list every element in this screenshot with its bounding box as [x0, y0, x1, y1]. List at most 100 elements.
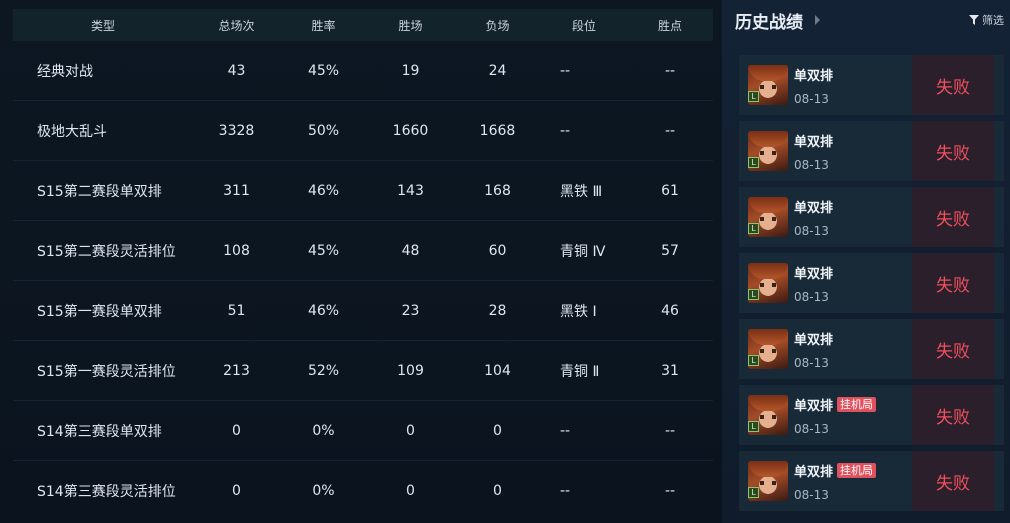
match-date: 08-13	[794, 223, 829, 238]
cell-losses: 24	[488, 62, 507, 79]
match-mode: 单双排	[794, 398, 834, 414]
table-row: S15第一赛段灵活排位 213 52% 109 104 青铜 Ⅱ 31	[13, 341, 713, 401]
cell-rate: 0%	[312, 483, 335, 499]
cell-wins: 48	[401, 242, 420, 259]
tier-value: --	[560, 62, 571, 79]
mode-line: 单双排	[794, 197, 833, 216]
cell-points: 57	[661, 242, 679, 259]
stats-table-header: 类型 总场次 胜率 胜场 负场 段位 胜点	[13, 9, 713, 41]
match-result: 失败	[912, 451, 994, 511]
tier-value: 青铜 Ⅳ	[560, 243, 606, 260]
match-mode: 单双排	[794, 332, 834, 348]
match-card[interactable]: L 单双排 08-13 失败	[739, 55, 1004, 115]
level-badge: L	[748, 91, 759, 102]
match-result: 失败	[912, 253, 994, 313]
level-badge: L	[748, 487, 759, 498]
match-card[interactable]: L 单双排 08-13 失败	[739, 187, 1004, 247]
cell-total: 51	[227, 302, 246, 319]
cell-rate: 0%	[312, 422, 335, 439]
cell-tier: --	[541, 483, 627, 499]
header-total: 总场次	[218, 18, 255, 33]
cell-tier: --	[541, 63, 627, 79]
match-card[interactable]: L 单双排 08-13 失败	[739, 253, 1004, 313]
match-mode: 单双排	[794, 464, 834, 480]
match-result: 失败	[912, 55, 994, 115]
header-points: 胜点	[657, 18, 682, 33]
cell-points: --	[664, 62, 676, 79]
table-row: 极地大乱斗 3328 50% 1660 1668 -- --	[13, 101, 713, 161]
cell-tier: --	[541, 123, 627, 139]
cell-losses: 104	[484, 362, 511, 379]
match-card[interactable]: L 单双排 08-13 失败	[739, 121, 1004, 181]
match-mode: 单双排	[794, 134, 834, 150]
cell-wins: 143	[397, 182, 424, 199]
header-tier: 段位	[571, 18, 596, 33]
cell-points: --	[664, 122, 676, 139]
mode-line: 单双排	[794, 263, 833, 282]
tier-value: 黑铁 Ⅲ	[560, 183, 603, 200]
match-card[interactable]: L 单双排 08-13 失败	[739, 319, 1004, 379]
cell-losses: 1668	[479, 122, 516, 139]
history-title-link[interactable]: 历史战绩	[735, 8, 820, 33]
match-card[interactable]: L 单双排 挂机局 08-13 失败	[739, 385, 1004, 445]
match-date: 08-13	[794, 91, 829, 106]
stats-table-body: 经典对战 43 45% 19 24 -- -- 极地大乱斗 3328 50% 1…	[13, 41, 713, 521]
cell-total: 43	[227, 62, 246, 79]
level-badge: L	[748, 157, 759, 168]
cell-rate: 46%	[307, 182, 340, 199]
level-badge: L	[748, 223, 759, 234]
match-result: 失败	[912, 187, 994, 247]
cell-losses: 168	[484, 182, 511, 199]
stats-table: 类型 总场次 胜率 胜场 负场 段位 胜点 经典对战 43 45% 19 24 …	[13, 9, 713, 523]
header-wins: 胜场	[398, 18, 423, 33]
table-row: S15第二赛段灵活排位 108 45% 48 60 青铜 Ⅳ 57	[13, 221, 713, 281]
table-row: S14第三赛段灵活排位 0 0% 0 0 -- --	[13, 461, 713, 521]
match-info: 单双排 08-13	[794, 263, 833, 304]
cell-type: S14第三赛段灵活排位	[37, 484, 176, 500]
match-result: 失败	[912, 121, 994, 181]
cell-total: 3328	[218, 122, 255, 139]
mode-line: 单双排	[794, 329, 833, 348]
match-history-panel: 历史战绩 筛选 L 单双排 08-13 失败 L 单双排 08-13 失败 L …	[722, 0, 1010, 523]
cell-points: 31	[661, 362, 679, 379]
match-card[interactable]: L 单双排 挂机局 08-13 失败	[739, 451, 1004, 511]
tier-value: --	[560, 483, 571, 499]
cell-total: 0	[232, 483, 241, 499]
tier-value: 黑铁 Ⅰ	[560, 303, 597, 320]
cell-wins: 0	[406, 483, 415, 499]
cell-tier: 青铜 Ⅱ	[541, 361, 627, 381]
match-mode: 单双排	[794, 68, 834, 84]
cell-type: S14第三赛段单双排	[37, 423, 162, 440]
cell-wins: 109	[397, 362, 424, 379]
cell-wins: 19	[401, 62, 420, 79]
match-info: 单双排 08-13	[794, 329, 833, 370]
cell-wins: 0	[406, 422, 415, 439]
cell-type: S15第二赛段单双排	[37, 183, 162, 200]
cell-losses: 28	[488, 302, 507, 319]
header-rate: 胜率	[311, 18, 336, 33]
afk-tag: 挂机局	[837, 396, 877, 412]
header-losses: 负场	[485, 18, 510, 33]
match-date: 08-13	[794, 487, 829, 502]
cell-points: 46	[661, 302, 679, 319]
cell-points: 61	[661, 182, 679, 199]
cell-rate: 45%	[307, 242, 340, 259]
match-info: 单双排 08-13	[794, 131, 833, 172]
cell-total: 311	[223, 182, 250, 199]
match-info: 单双排 08-13	[794, 65, 833, 106]
match-result: 失败	[912, 319, 994, 379]
chevron-right-icon	[815, 15, 820, 25]
cell-losses: 0	[493, 422, 502, 439]
match-date: 08-13	[794, 289, 829, 304]
filter-label: 筛选	[982, 14, 1004, 27]
tier-value: --	[560, 122, 571, 139]
mode-line: 单双排	[794, 65, 833, 84]
level-badge: L	[748, 421, 759, 432]
cell-type: S15第二赛段灵活排位	[37, 243, 176, 260]
filter-button[interactable]: 筛选	[969, 12, 1004, 28]
cell-points: --	[664, 483, 676, 499]
cell-total: 213	[223, 362, 250, 379]
match-date: 08-13	[794, 355, 829, 370]
cell-rate: 46%	[307, 302, 340, 319]
match-info: 单双排 挂机局 08-13	[794, 395, 877, 436]
